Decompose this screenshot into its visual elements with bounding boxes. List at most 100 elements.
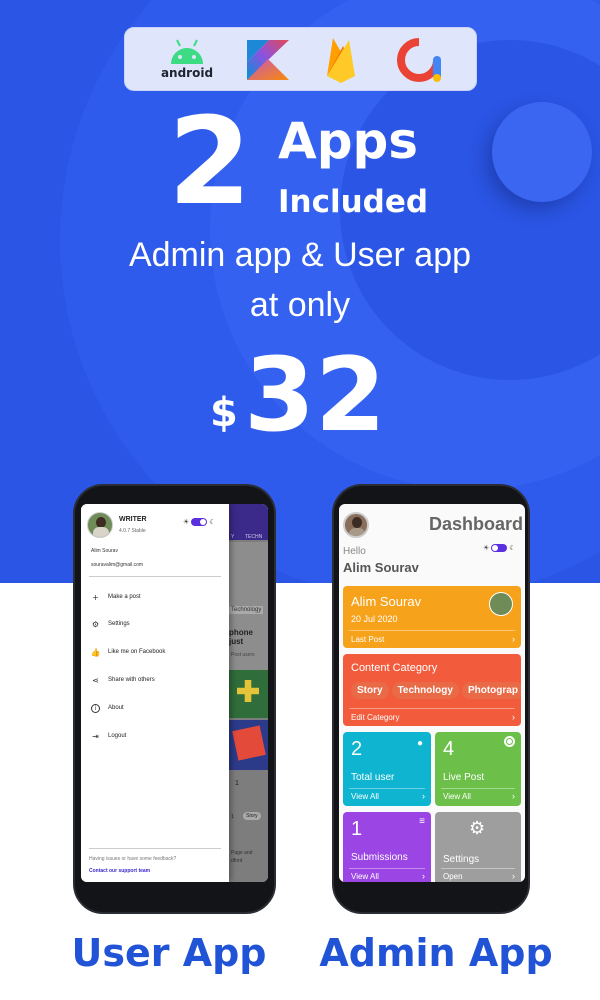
menu-logout[interactable]: ⇥ Logout xyxy=(91,729,126,743)
radio-icon xyxy=(504,736,515,747)
moon-icon: ☾ xyxy=(209,518,216,526)
toggle-switch[interactable] xyxy=(491,544,508,552)
admob-logo xyxy=(395,36,443,88)
category-chips: Story Technology Photograp xyxy=(351,680,521,699)
toggle-switch[interactable] xyxy=(191,518,208,526)
submissions-count: 1 xyxy=(351,818,363,840)
menu-label: Settings xyxy=(108,621,130,627)
submissions-tile[interactable]: 1 ≡ Submissions View All › xyxy=(343,812,431,882)
category-chip[interactable]: Technology xyxy=(391,682,459,699)
plus-icon: + xyxy=(92,592,99,602)
live-post-footer: View All xyxy=(443,792,471,801)
chevron-right-icon: › xyxy=(512,791,515,801)
live-post-label: Live Post xyxy=(443,772,485,783)
android-logo: android xyxy=(159,36,215,84)
user-app-label: User App xyxy=(71,931,267,975)
admin-name: Alim Sourav xyxy=(343,560,419,575)
chevron-right-icon: › xyxy=(512,712,515,722)
last-post-author: Alim Sourav xyxy=(351,594,422,609)
last-post-date: 20 Jul 2020 xyxy=(351,614,398,624)
navigation-drawer: WRITER 4.0.7 Stable ☀ ☾ Alim Sourav sour… xyxy=(81,504,229,882)
currency-symbol: $ xyxy=(210,390,238,436)
sun-icon: ☀ xyxy=(183,518,190,526)
backdrop-story-chip: Story xyxy=(243,812,261,820)
chevron-right-icon: › xyxy=(422,871,425,881)
last-post-footer: Last Post xyxy=(351,635,385,644)
backdrop-meta: Post users xyxy=(231,652,255,658)
chevron-right-icon: › xyxy=(512,634,515,644)
gear-icon: ⚙ xyxy=(91,619,100,629)
menu-about[interactable]: i About xyxy=(91,701,124,715)
kotlin-logo xyxy=(245,38,291,86)
theme-toggle[interactable]: ☀ ☾ xyxy=(183,518,216,526)
chevron-right-icon: › xyxy=(512,871,515,881)
person-icon: ● xyxy=(416,738,423,749)
share-icon: ⋖ xyxy=(92,675,99,685)
price-value: 32 xyxy=(244,336,386,455)
submissions-label: Submissions xyxy=(351,852,408,863)
edit-category-link[interactable]: Edit Category xyxy=(351,713,399,722)
settings-label: Settings xyxy=(443,854,480,865)
drawer-avatar[interactable] xyxy=(87,512,113,538)
admin-avatar[interactable] xyxy=(343,512,369,538)
menu-make-post[interactable]: + Make a post xyxy=(91,590,141,604)
info-icon: i xyxy=(91,703,100,713)
drawer-version: 4.0.7 Stable xyxy=(119,528,146,534)
menu-label: Make a post xyxy=(108,594,141,600)
subtitle-line-2: at only xyxy=(249,286,351,324)
drawer-email: souravalim@gmail.com xyxy=(91,562,144,568)
total-user-label: Total user xyxy=(351,772,395,783)
last-post-avatar xyxy=(489,592,513,616)
admin-app-label: Admin App xyxy=(319,931,553,975)
live-post-tile[interactable]: 4 Live Post View All › xyxy=(435,732,521,806)
admin-app-screen: Dashboard Hello ☀ ☾ Alim Sourav Alim Sou… xyxy=(339,504,525,882)
gear-icon: ⚙ xyxy=(469,818,486,838)
subtitle-line-1: Admin app & User app xyxy=(128,236,472,274)
user-app-phone: Y TECHN Technology phone just Post users… xyxy=(73,484,276,914)
backdrop-tag: Technology xyxy=(229,606,264,614)
settings-tile[interactable]: ⚙ Settings Open › xyxy=(435,812,521,882)
chevron-right-icon: › xyxy=(422,791,425,801)
apps-word: Apps xyxy=(278,112,419,170)
sun-icon: ☀ xyxy=(483,544,490,552)
decor-bubble xyxy=(492,102,592,202)
content-category-title: Content Category xyxy=(351,662,438,674)
backdrop-count-2: 1 xyxy=(231,814,234,820)
backdrop-snippet-2: dford xyxy=(231,858,243,864)
total-user-count: 2 xyxy=(351,738,363,760)
menu-label: Logout xyxy=(108,733,127,739)
list-icon: ≡ xyxy=(419,816,425,827)
logout-icon: ⇥ xyxy=(92,731,99,741)
live-post-count: 4 xyxy=(443,738,455,760)
admin-theme-toggle[interactable]: ☀ ☾ xyxy=(483,544,516,552)
backdrop-thumb-2-shape xyxy=(232,725,266,761)
admin-app-phone: Dashboard Hello ☀ ☾ Alim Sourav Alim Sou… xyxy=(332,484,530,914)
firebase-logo xyxy=(323,36,359,88)
menu-label: About xyxy=(108,705,124,711)
drawer-footer-divider xyxy=(89,848,221,849)
category-chip[interactable]: Story xyxy=(351,682,389,699)
settings-footer: Open xyxy=(443,872,463,881)
menu-share[interactable]: ⋖ Share with others xyxy=(91,673,155,687)
android-wordmark: android xyxy=(160,66,214,80)
menu-facebook[interactable]: 👍 Like me on Facebook xyxy=(91,645,166,659)
last-post-card[interactable]: Alim Sourav 20 Jul 2020 Last Post › xyxy=(343,586,521,648)
promo-banner: android 2 Apps Included Admin app & User… xyxy=(0,0,600,1000)
content-category-card[interactable]: Content Category Story Technology Photogra… xyxy=(343,654,521,726)
contact-support-link[interactable]: Contact our support team xyxy=(89,868,150,874)
apps-count: 2 xyxy=(168,93,251,232)
category-chip[interactable]: Photograp xyxy=(461,682,521,699)
moon-icon: ☾ xyxy=(509,544,516,552)
total-user-tile[interactable]: 2 ● Total user View All › xyxy=(343,732,431,806)
total-user-footer: View All xyxy=(351,792,379,801)
tech-logos-badge: android xyxy=(124,27,477,91)
included-word: Included xyxy=(278,184,429,220)
menu-label: Share with others xyxy=(108,677,155,683)
dashboard-title: Dashboard xyxy=(428,514,523,534)
menu-settings[interactable]: ⚙ Settings xyxy=(91,617,130,631)
backdrop-card xyxy=(229,542,268,686)
submissions-footer: View All xyxy=(351,872,379,881)
drawer-user-name: Alim Sourav xyxy=(91,548,118,554)
hello-text: Hello xyxy=(343,546,366,557)
user-app-screen: Y TECHN Technology phone just Post users… xyxy=(81,504,268,882)
